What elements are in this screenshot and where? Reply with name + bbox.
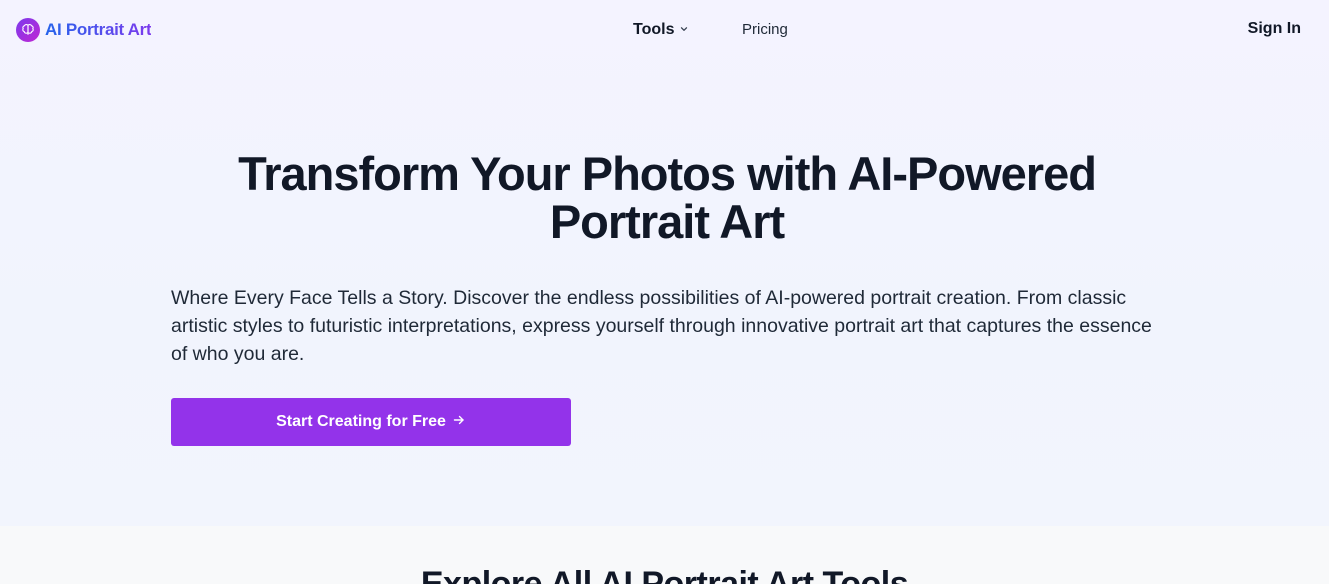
- nav-pricing-link[interactable]: Pricing: [742, 21, 788, 38]
- page: AI Portrait Art Tools Pricing Sign In Tr…: [0, 0, 1329, 584]
- tools-section-heading: Explore All AI Portrait Art Tools: [420, 565, 909, 584]
- navbar: AI Portrait Art Tools Pricing Sign In: [0, 0, 1329, 60]
- start-creating-button[interactable]: Start Creating for Free: [171, 398, 571, 446]
- chevron-down-icon: [679, 21, 689, 39]
- logo-text: AI Portrait Art: [45, 20, 152, 39]
- logo[interactable]: AI Portrait Art: [16, 18, 152, 42]
- hero-title: Transform Your Photos with AI-Powered Po…: [238, 147, 1097, 248]
- brain-icon: [16, 18, 40, 42]
- hero-subtitle: Where Every Face Tells a Story. Discover…: [171, 287, 1152, 365]
- hero-background: [0, 0, 1329, 526]
- arrow-right-icon: [452, 413, 466, 432]
- sign-in-link[interactable]: Sign In: [1248, 20, 1301, 38]
- nav-tools-label: Tools: [633, 21, 675, 38]
- start-creating-label: Start Creating for Free: [276, 413, 446, 430]
- nav-tools-dropdown[interactable]: Tools: [633, 20, 689, 40]
